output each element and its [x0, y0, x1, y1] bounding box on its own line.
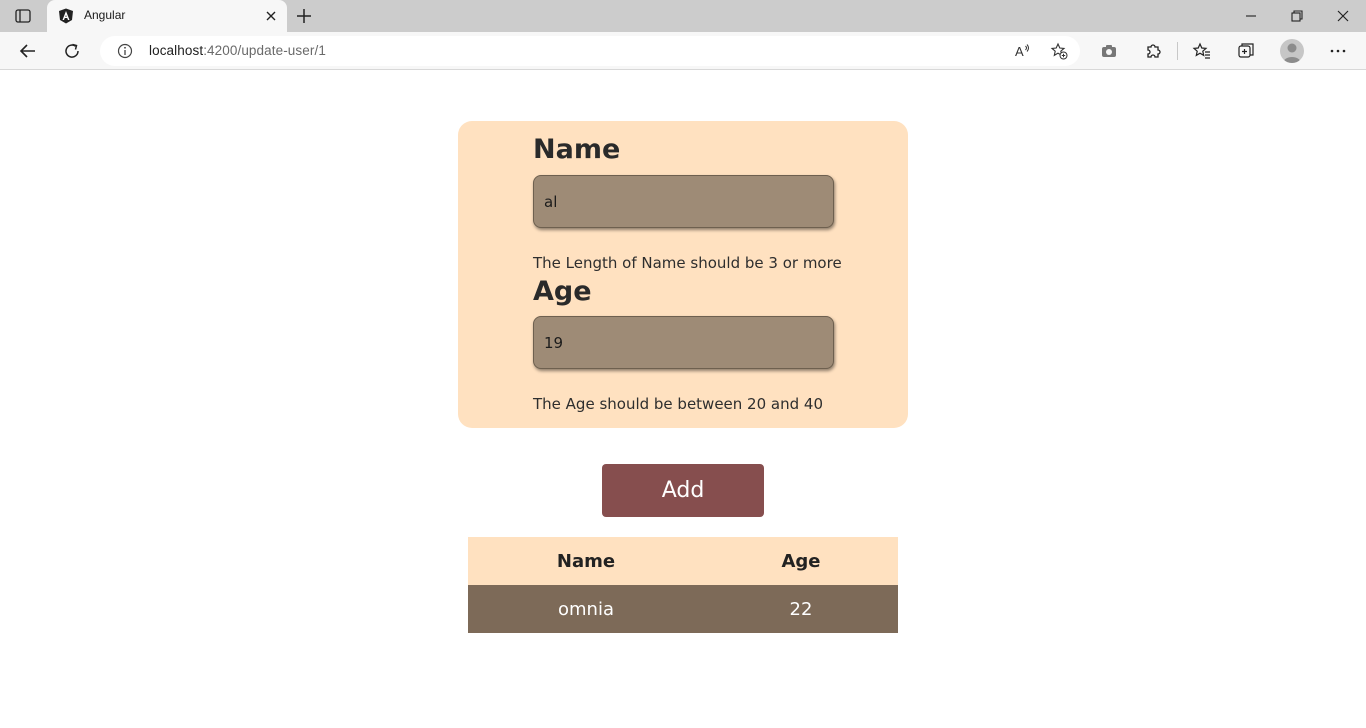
cell-name: omnia — [468, 585, 704, 633]
url-path: :4200/update-user/1 — [203, 43, 326, 58]
close-icon[interactable] — [264, 9, 278, 23]
angular-logo-icon — [59, 8, 73, 24]
extensions-icon[interactable] — [1143, 41, 1163, 61]
name-error-text: The Length of Name should be 3 or more — [533, 254, 842, 272]
info-icon[interactable] — [117, 43, 133, 59]
favorites-icon[interactable] — [1192, 41, 1212, 61]
browser-tab[interactable]: Angular — [47, 0, 287, 32]
screenshot-icon[interactable] — [1099, 41, 1119, 61]
add-button[interactable]: Add — [602, 464, 764, 517]
tab-actions-icon[interactable] — [14, 7, 32, 25]
window-close-icon[interactable] — [1335, 8, 1351, 24]
more-icon[interactable] — [1328, 41, 1348, 61]
toolbar-divider — [1177, 42, 1178, 60]
column-header-name: Name — [468, 537, 704, 585]
back-icon[interactable] — [18, 41, 38, 61]
column-header-age: Age — [704, 537, 898, 585]
table-row: omnia 22 — [468, 585, 898, 633]
url-text[interactable]: localhost:4200/update-user/1 — [149, 43, 326, 58]
address-bar[interactable]: localhost:4200/update-user/1 A — [100, 36, 1080, 66]
age-label: Age — [533, 276, 592, 307]
cell-age: 22 — [704, 585, 898, 633]
browser-toolbar: localhost:4200/update-user/1 A — [0, 32, 1366, 70]
minimize-icon[interactable] — [1243, 8, 1259, 24]
profile-icon — [1283, 43, 1301, 63]
name-label: Name — [533, 134, 621, 165]
name-input[interactable] — [533, 175, 834, 228]
users-table: Name Age omnia 22 — [468, 537, 898, 633]
tab-title: Angular — [84, 8, 126, 22]
refresh-icon[interactable] — [62, 41, 82, 61]
url-host: localhost — [149, 43, 204, 58]
restore-icon[interactable] — [1289, 8, 1305, 24]
age-input[interactable] — [533, 316, 834, 369]
read-aloud-icon[interactable]: A — [1013, 42, 1031, 60]
user-form-card: Name The Length of Name should be 3 or m… — [458, 121, 908, 428]
tab-strip: Angular — [0, 0, 1366, 32]
profile-avatar[interactable] — [1280, 39, 1304, 63]
add-favorite-icon[interactable] — [1050, 42, 1068, 60]
read-aloud-label: A — [1015, 44, 1024, 59]
table-header-row: Name Age — [468, 537, 898, 585]
new-tab-icon[interactable] — [295, 7, 313, 25]
age-error-text: The Age should be between 20 and 40 — [533, 395, 823, 413]
collections-icon[interactable] — [1236, 41, 1256, 61]
